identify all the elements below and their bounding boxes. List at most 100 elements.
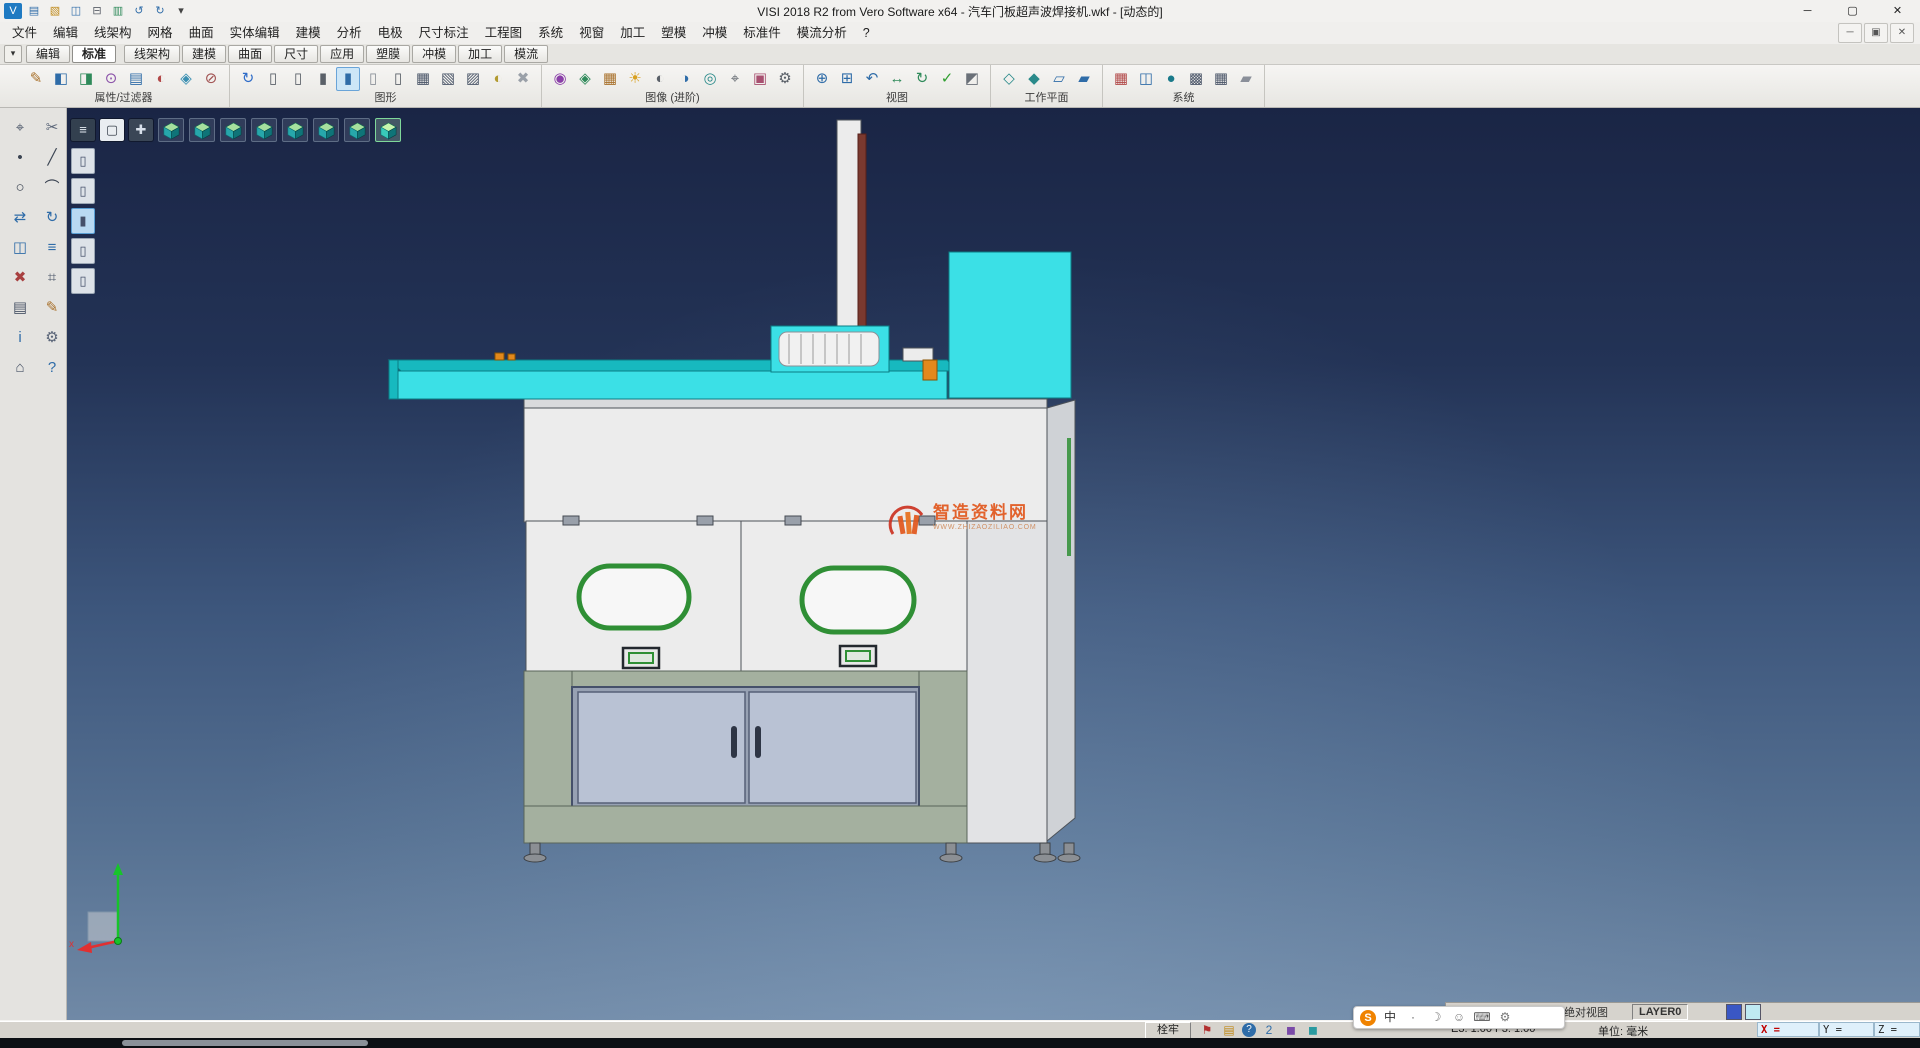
mirror-icon[interactable]: ◫	[6, 234, 34, 262]
menu-electrode[interactable]: 电极	[370, 22, 411, 44]
windows-taskbar[interactable]	[0, 1038, 1920, 1048]
tab-application[interactable]: 应用	[320, 45, 364, 63]
view-iso-sw-button[interactable]	[158, 118, 184, 142]
viewport[interactable]: ≡▢✚ ▯▯▮▯▯ 智造资料网 WWW.ZHIZAOZILIAO.COM	[67, 108, 1920, 1020]
lights-icon[interactable]: ☀	[623, 67, 647, 91]
display-settings-icon[interactable]: ◫	[1134, 67, 1158, 91]
shaded-edges-display-icon[interactable]: ▮	[336, 67, 360, 91]
home-view-icon[interactable]: ⌂	[6, 354, 34, 382]
menu-mouldflow[interactable]: 模流分析	[789, 22, 855, 44]
maximize-button[interactable]: ▢	[1830, 0, 1875, 22]
line-icon[interactable]: ╱	[38, 144, 66, 172]
filter-color-icon[interactable]: ◐	[149, 67, 173, 91]
tab-edit[interactable]: 编辑	[26, 45, 70, 63]
view-right-button[interactable]	[282, 118, 308, 142]
view-slot-3-button[interactable]: ▮	[71, 208, 95, 234]
help-status-icon[interactable]: ?	[1242, 1023, 1256, 1037]
grid-shade-icon[interactable]: ▨	[461, 67, 485, 91]
texture-icon[interactable]: ▦	[598, 67, 622, 91]
circle-icon[interactable]: ○	[6, 174, 34, 202]
menu-dimension[interactable]: 尺寸标注	[411, 22, 477, 44]
viewport-menu-button[interactable]: ≡	[71, 119, 95, 141]
view-back-button[interactable]	[344, 118, 370, 142]
notes-status-icon[interactable]: ▤	[1220, 1022, 1238, 1038]
workplane-from-view-icon[interactable]: ▱	[1047, 67, 1071, 91]
view-iso-se-button[interactable]	[189, 118, 215, 142]
rotate-icon[interactable]: ↻	[38, 204, 66, 232]
offset-icon[interactable]: ≡	[38, 234, 66, 262]
redo-icon[interactable]: ↻	[151, 3, 169, 19]
layer-color-swatch[interactable]	[1726, 1004, 1742, 1020]
quick-access-arrow[interactable]: ▾	[172, 3, 190, 19]
view-front-button[interactable]	[251, 118, 277, 142]
filter-layer-icon[interactable]: ▤	[124, 67, 148, 91]
zoom-window-icon[interactable]: ⊞	[835, 67, 859, 91]
mdi-minimize-button[interactable]: ─	[1838, 23, 1862, 43]
undo-icon[interactable]: ↺	[130, 3, 148, 19]
tab-dimension[interactable]: 尺寸	[274, 45, 318, 63]
package-status-icon[interactable]: ◼	[1282, 1022, 1300, 1038]
ime-moon-icon[interactable]: ☽	[1427, 1009, 1445, 1026]
mdi-close-button[interactable]: ✕	[1890, 23, 1914, 43]
view-left-button[interactable]	[313, 118, 339, 142]
menu-file[interactable]: 文件	[4, 22, 45, 44]
wireframe-display-icon[interactable]: ▯	[261, 67, 285, 91]
open-file-icon[interactable]: ▧	[46, 3, 64, 19]
axes-toggle-button[interactable]: ✚	[129, 119, 153, 141]
menu-machining[interactable]: 加工	[612, 22, 653, 44]
menu-wireframe[interactable]: 线架构	[86, 22, 140, 44]
absolute-view-label[interactable]: 绝对视图	[1564, 1004, 1608, 1020]
scissors-trim-icon[interactable]: ✂	[38, 114, 66, 142]
print-icon[interactable]: ⊟	[88, 3, 106, 19]
background-color-swatch[interactable]	[1745, 1004, 1761, 1020]
zoom-previous-icon[interactable]: ↶	[860, 67, 884, 91]
menu-system[interactable]: 系统	[530, 22, 571, 44]
reflections-icon[interactable]: ◑	[673, 67, 697, 91]
filter-selection-icon[interactable]: ⊙	[99, 67, 123, 91]
filter-reset-icon[interactable]: ⊘	[199, 67, 223, 91]
delete-icon[interactable]: ✖	[6, 264, 34, 292]
arc-icon[interactable]: ⌒	[38, 174, 66, 202]
ime-settings-icon[interactable]: ⚙	[1496, 1009, 1514, 1026]
mdi-restore-button[interactable]: ▣	[1864, 23, 1888, 43]
workplane-toggle-icon[interactable]: ▰	[1072, 67, 1096, 91]
tab-wireframe[interactable]: 线架构	[124, 45, 180, 63]
menu-solid-edit[interactable]: 实体编辑	[222, 22, 288, 44]
transparent-display-icon[interactable]: ▯	[361, 67, 385, 91]
plot-icon[interactable]: ▥	[109, 3, 127, 19]
shaded-display-icon[interactable]: ▮	[311, 67, 335, 91]
view-slot-1-button[interactable]: ▯	[71, 148, 95, 174]
settings-icon[interactable]: ⚙	[38, 324, 66, 352]
menu-modeling[interactable]: 建模	[288, 22, 329, 44]
workplane-create-icon[interactable]: ◇	[997, 67, 1021, 91]
box-display-icon[interactable]: ▦	[411, 67, 435, 91]
display-off-icon[interactable]: ✖	[511, 67, 535, 91]
taskbar-item[interactable]	[122, 1040, 368, 1046]
tab-stamping[interactable]: 冲模	[412, 45, 456, 63]
hidden-line-display-icon[interactable]: ▯	[286, 67, 310, 91]
view-settings-icon[interactable]: ◩	[960, 67, 984, 91]
snap-settings-icon[interactable]: ⌖	[6, 114, 34, 142]
ime-mode-chinese[interactable]: 中	[1381, 1009, 1399, 1026]
save-icon[interactable]: ◫	[67, 3, 85, 19]
solids-status-icon[interactable]: ◼	[1304, 1022, 1322, 1038]
menu-mesh[interactable]: 网格	[140, 22, 181, 44]
info-icon[interactable]: i	[6, 324, 34, 352]
workplane-align-icon[interactable]: ◆	[1022, 67, 1046, 91]
attributes-match-icon[interactable]: ◨	[74, 67, 98, 91]
attributes-copy-icon[interactable]: ◧	[49, 67, 73, 91]
redraw-icon[interactable]: ↻	[236, 67, 260, 91]
menu-edit[interactable]: 编辑	[45, 22, 86, 44]
menu-help[interactable]: ?	[855, 22, 878, 44]
render-icon[interactable]: ◉	[548, 67, 572, 91]
menu-analysis[interactable]: 分析	[329, 22, 370, 44]
minimize-button[interactable]: ─	[1785, 0, 1830, 22]
attributes-paint-icon[interactable]: ✎	[24, 67, 48, 91]
view-slot-2-button[interactable]: ▯	[71, 178, 95, 204]
grid-icon[interactable]: ▩	[1184, 67, 1208, 91]
shadows-icon[interactable]: ◐	[648, 67, 672, 91]
snap-toggle-button[interactable]: 栓牢	[1145, 1022, 1191, 1039]
new-file-icon[interactable]: ▤	[25, 3, 43, 19]
environment-icon[interactable]: ◎	[698, 67, 722, 91]
render-settings-icon[interactable]: ⚙	[773, 67, 797, 91]
